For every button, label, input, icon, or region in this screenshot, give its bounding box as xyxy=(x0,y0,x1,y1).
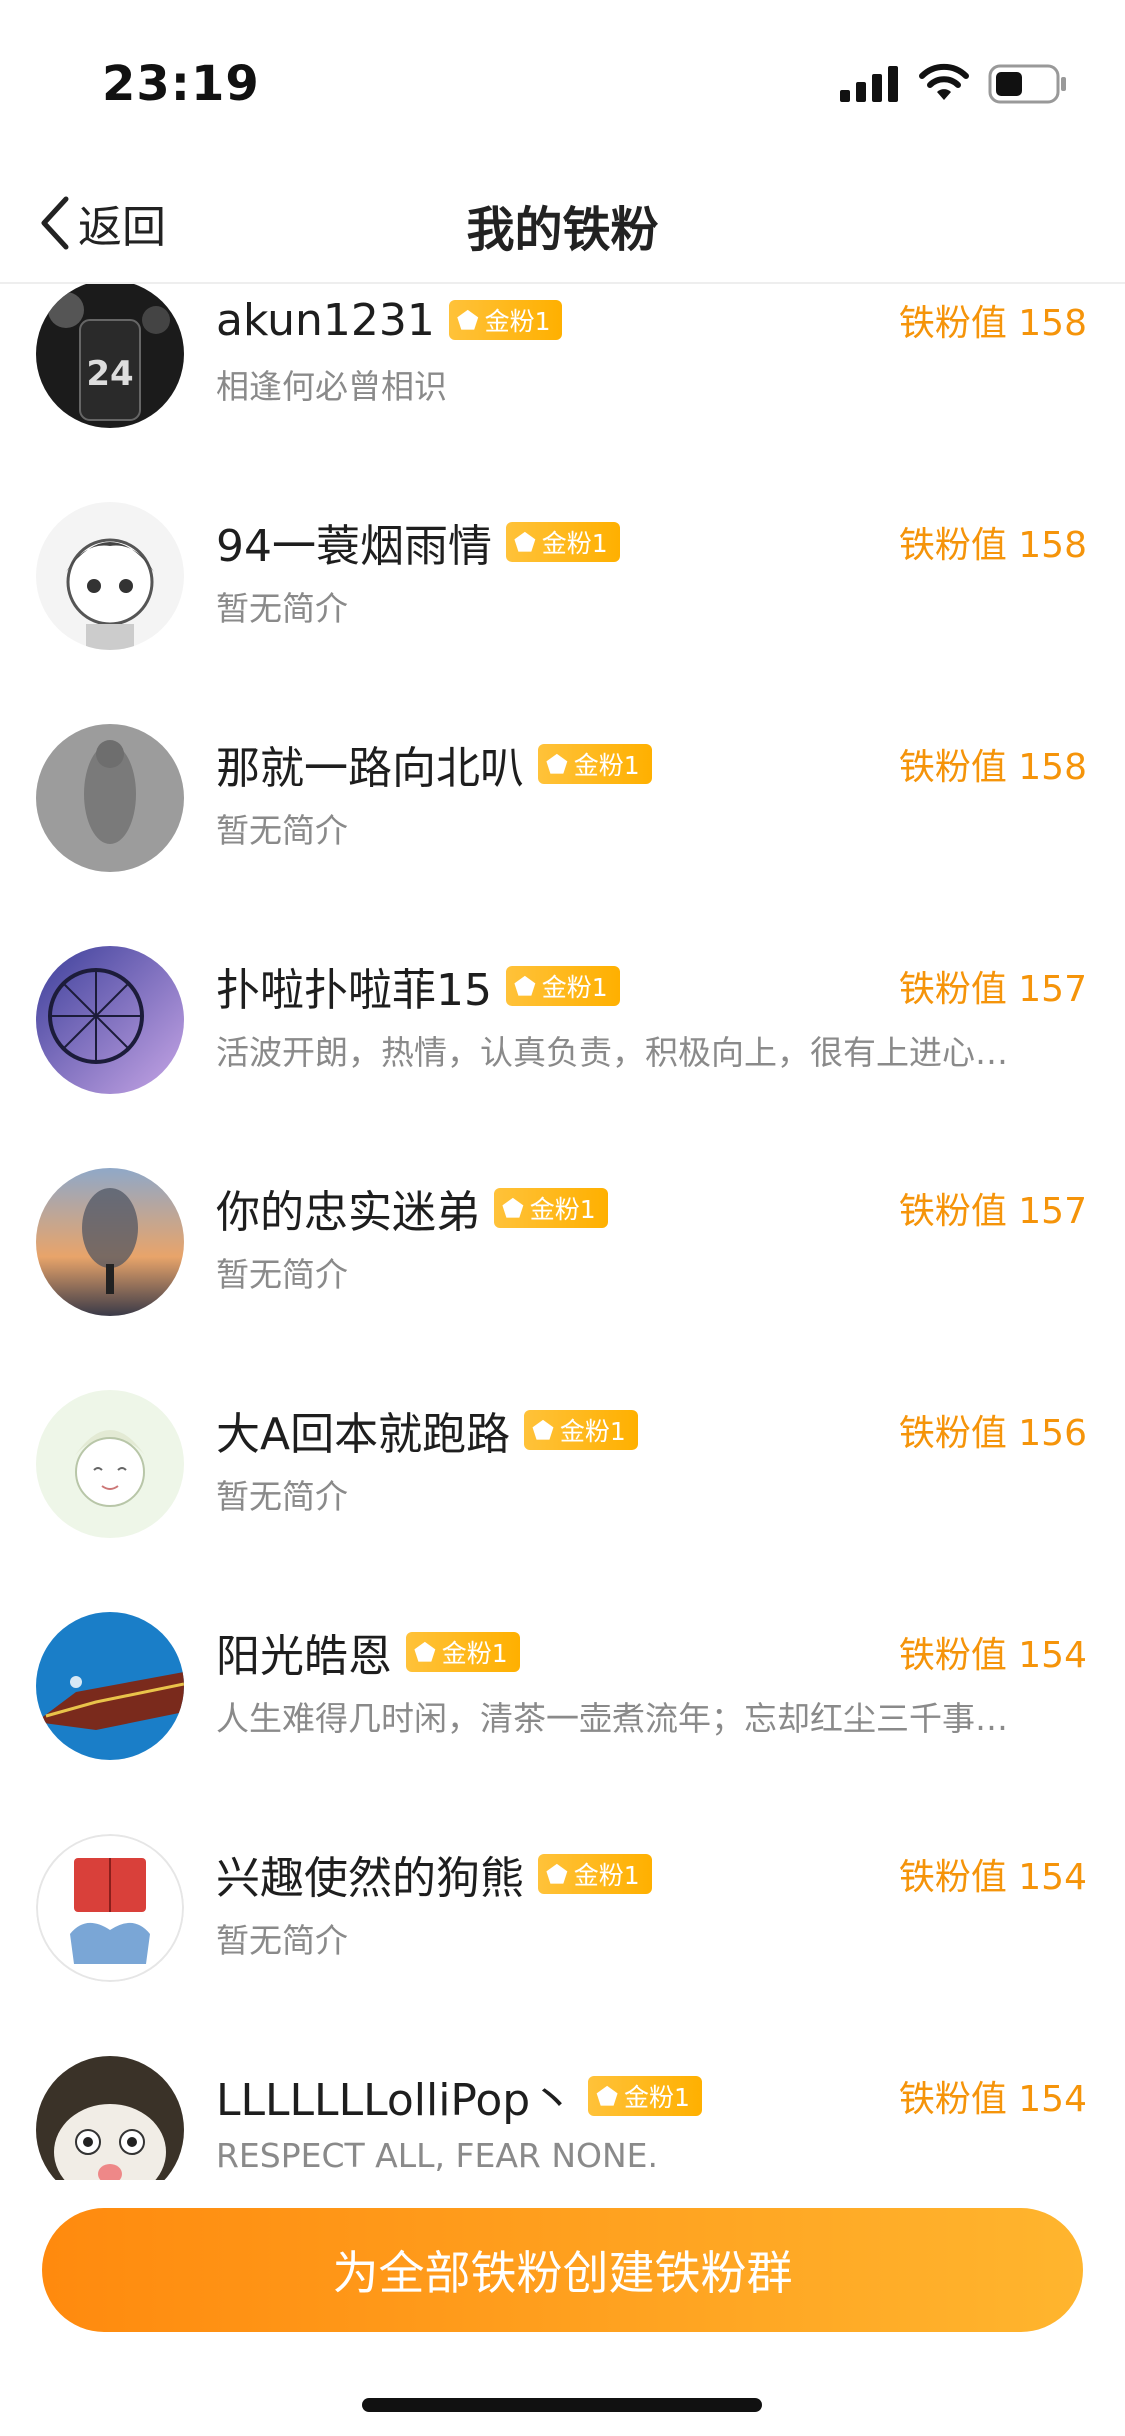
fan-list-item[interactable]: 94一蓑烟雨情 ⬟ 金粉1 铁粉值 158 暂无简介 xyxy=(0,502,1125,724)
fan-level-badge: ⬟ 金粉1 xyxy=(538,1854,652,1894)
fan-level-badge: ⬟ 金粉1 xyxy=(524,1410,638,1450)
fan-list-item[interactable]: 大A回本就跑路 ⬟ 金粉1 铁粉值 156 暂无简介 xyxy=(0,1390,1125,1612)
fan-level-badge: ⬟ 金粉1 xyxy=(538,744,652,784)
gem-icon: ⬟ xyxy=(456,305,479,335)
fan-score: 铁粉值 158 xyxy=(898,525,1087,566)
fan-level-badge: ⬟ 金粉1 xyxy=(448,300,563,340)
avatar[interactable] xyxy=(36,502,184,650)
fan-name: 扑啦扑啦菲15 xyxy=(216,965,492,1016)
fan-bio: 暂无简介 xyxy=(216,1921,348,1960)
fan-name: 大A回本就跑路 xyxy=(216,1409,511,1460)
fan-level-badge: ⬟ 金粉1 xyxy=(406,1632,520,1672)
avatar[interactable] xyxy=(36,1612,184,1760)
fan-score: 铁粉值 154 xyxy=(898,1857,1087,1898)
gem-icon: ⬟ xyxy=(546,749,568,779)
wifi-icon xyxy=(919,63,969,100)
fan-list-item[interactable]: LLLLLLLolliPop丶 ⬟ 金粉1 铁粉值 154 RESPECT ALL… xyxy=(0,2056,1125,2184)
fan-list-item[interactable]: 24 akun1231 ⬟ 金粉1 铁粉值 158 相逢何必曾相识 xyxy=(0,284,1125,502)
fan-bio: RESPECT ALL, FEAR NONE. xyxy=(216,2136,659,2175)
fan-name: 兴趣使然的狗熊 xyxy=(216,1853,524,1904)
gem-icon: ⬟ xyxy=(514,527,536,557)
fan-list-item[interactable]: 阳光皓恩 ⬟ 金粉1 铁粉值 154 人生难得几时闲，清茶一壶煮流年；忘却红尘三千… xyxy=(0,1612,1125,1834)
gem-icon: ⬟ xyxy=(514,971,536,1001)
status-time: 23:19 xyxy=(102,56,260,112)
create-fan-group-button[interactable]: 为全部铁粉创建铁粉群 xyxy=(42,2208,1083,2332)
avatar[interactable] xyxy=(36,1390,184,1538)
avatar[interactable] xyxy=(36,724,184,872)
svg-text:24: 24 xyxy=(86,354,133,394)
gem-icon: ⬟ xyxy=(414,1637,436,1667)
status-bar: 23:19 xyxy=(0,0,1125,160)
avatar[interactable] xyxy=(36,946,184,1094)
fan-list-item[interactable]: 你的忠实迷弟 ⬟ 金粉1 铁粉值 157 暂无简介 xyxy=(0,1168,1125,1390)
avatar[interactable] xyxy=(36,1834,184,1982)
fan-level-badge: ⬟ 金粉1 xyxy=(506,966,620,1006)
fan-name: 阳光皓恩 xyxy=(216,1631,392,1682)
fan-score: 铁粉值 154 xyxy=(898,2079,1087,2120)
fan-score: 铁粉值 158 xyxy=(898,303,1087,344)
fan-list[interactable]: 24 akun1231 ⬟ 金粉1 铁粉值 158 相逢何必曾相识 94一蓑烟雨情… xyxy=(0,284,1125,2184)
fan-name: akun1231 xyxy=(216,294,435,346)
home-indicator[interactable] xyxy=(362,2398,762,2412)
fan-bio: 活波开朗，热情，认真负责，积极向上，很有上进心… xyxy=(216,1033,1008,1072)
fan-name: 那就一路向北叭 xyxy=(216,743,524,794)
fan-level-badge: ⬟ 金粉1 xyxy=(506,522,620,562)
gem-icon: ⬟ xyxy=(546,1859,568,1889)
fan-bio: 暂无简介 xyxy=(216,1477,348,1516)
nav-bar: 返回 我的铁粉 xyxy=(0,160,1125,284)
fan-name: LLLLLLLolliPop丶 xyxy=(216,2075,575,2126)
fan-bio: 人生难得几时闲，清茶一壶煮流年；忘却红尘三千事… xyxy=(216,1699,1008,1738)
fan-list-item[interactable]: 那就一路向北叭 ⬟ 金粉1 铁粉值 158 暂无简介 xyxy=(0,724,1125,946)
fan-score: 铁粉值 154 xyxy=(898,1635,1087,1676)
fan-score: 铁粉值 156 xyxy=(898,1413,1087,1454)
fan-score: 铁粉值 158 xyxy=(898,747,1087,788)
fan-level-badge: ⬟ 金粉1 xyxy=(494,1188,608,1228)
fan-bio: 暂无简介 xyxy=(216,1255,348,1294)
gem-icon: ⬟ xyxy=(596,2081,618,2111)
fan-bio: 相逢何必曾相识 xyxy=(216,367,447,406)
fan-bio: 暂无简介 xyxy=(216,811,348,850)
page-title: 我的铁粉 xyxy=(466,202,659,258)
fan-list-item[interactable]: 兴趣使然的狗熊 ⬟ 金粉1 铁粉值 154 暂无简介 xyxy=(0,1834,1125,2056)
gem-icon: ⬟ xyxy=(532,1415,554,1445)
battery-icon xyxy=(988,64,1066,104)
fan-score: 铁粉值 157 xyxy=(898,1191,1087,1232)
avatar[interactable] xyxy=(36,1168,184,1316)
fan-score: 铁粉值 157 xyxy=(898,969,1087,1010)
avatar[interactable] xyxy=(36,2056,184,2184)
fan-name: 你的忠实迷弟 xyxy=(216,1187,480,1238)
fan-level-badge: ⬟ 金粉1 xyxy=(588,2076,702,2116)
avatar[interactable]: 24 xyxy=(36,284,184,428)
cellular-signal-icon xyxy=(840,66,898,102)
fan-list-item[interactable]: 扑啦扑啦菲15 ⬟ 金粉1 铁粉值 157 活波开朗，热情，认真负责，积极向上，很… xyxy=(0,946,1125,1168)
gem-icon: ⬟ xyxy=(502,1193,524,1223)
fan-name: 94一蓑烟雨情 xyxy=(216,521,492,572)
fan-bio: 暂无简介 xyxy=(216,589,348,628)
